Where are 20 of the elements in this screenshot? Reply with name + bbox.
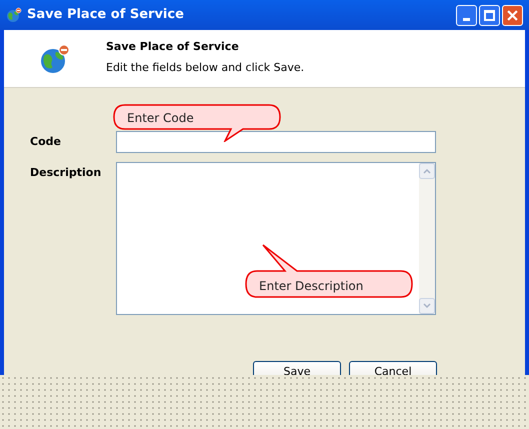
header-subtitle: Edit the fields below and click Save. (106, 60, 304, 76)
minimize-button[interactable] (456, 4, 477, 26)
close-icon (507, 10, 518, 20)
field-label: Code (29, 134, 62, 150)
scroll-up-icon[interactable] (419, 163, 435, 179)
globe-icon (6, 7, 22, 23)
header-title: Save Place of Service (106, 39, 240, 55)
globe-icon (39, 42, 71, 74)
description-field[interactable] (116, 162, 436, 315)
callout: Enter Code (113, 104, 281, 142)
scroll-down-icon[interactable] (419, 298, 435, 314)
code-field[interactable] (116, 131, 436, 153)
close-button[interactable] (502, 4, 523, 26)
maximize-icon (484, 10, 495, 20)
minimize-icon (463, 18, 470, 20)
field-label: Description (29, 165, 102, 181)
window-title: Save Place of Service (27, 6, 184, 24)
scrollbar[interactable] (419, 163, 435, 314)
callout: Enter Description (245, 244, 413, 298)
maximize-button[interactable] (479, 4, 500, 26)
